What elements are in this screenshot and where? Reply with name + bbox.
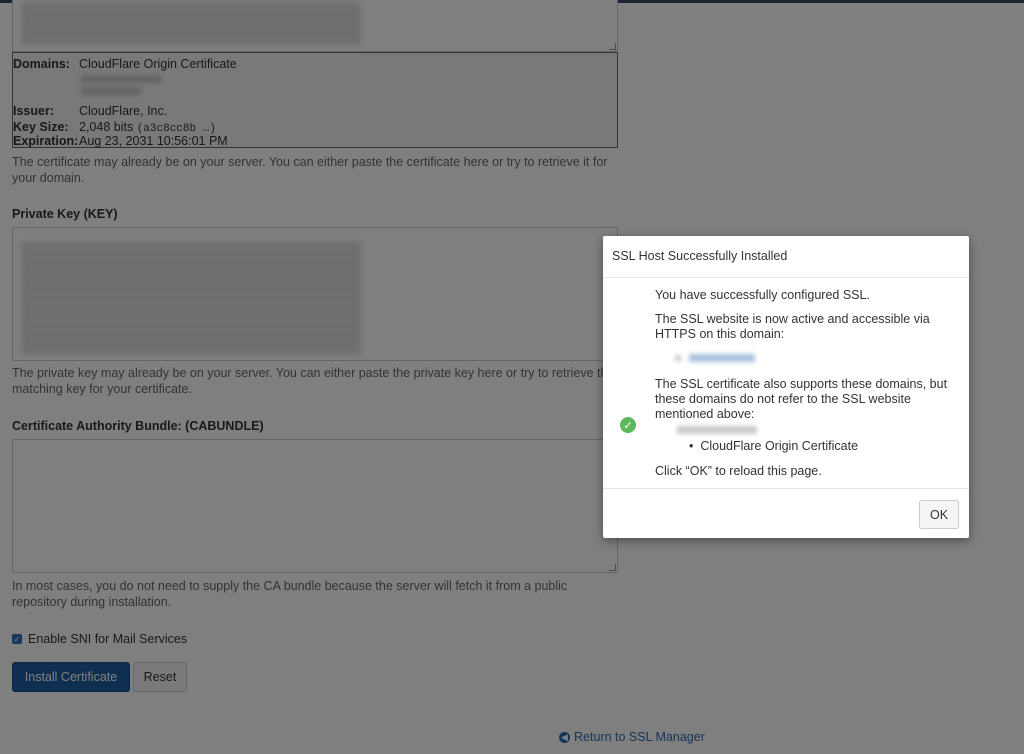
domain-item-blurred [677, 426, 757, 434]
success-message: You have successfully configured SSL. [655, 288, 870, 302]
dialog-footer: OK [603, 488, 969, 539]
ok-button[interactable]: OK [919, 500, 959, 529]
dialog-body: You have successfully configured SSL. Th… [603, 278, 969, 488]
reload-message: Click “OK” to reload this page. [655, 464, 822, 478]
ssl-success-dialog: SSL Host Successfully Installed You have… [603, 236, 969, 538]
check-circle-icon: ✓ [620, 417, 636, 433]
bullet-blurred [675, 355, 681, 361]
supported-domains-message: The SSL certificate also supports these … [655, 377, 948, 421]
domain-link-blurred[interactable] [689, 354, 755, 362]
domain-list-item-text: CloudFlare Origin Certificate [700, 439, 859, 453]
dialog-header: SSL Host Successfully Installed [603, 236, 969, 278]
active-domain-message: The SSL website is now active and access… [655, 312, 930, 341]
domain-list-item: • CloudFlare Origin Certificate [689, 439, 859, 453]
dialog-title: SSL Host Successfully Installed [612, 249, 788, 263]
